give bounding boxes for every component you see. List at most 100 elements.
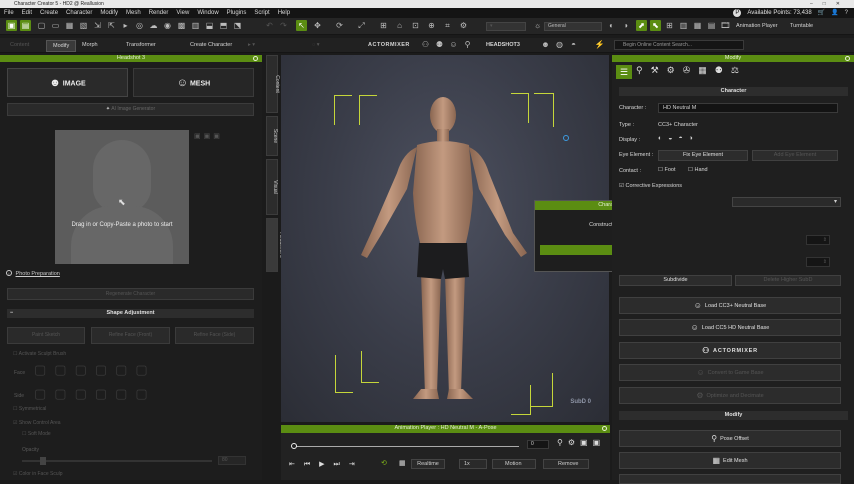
headshot-face-icon[interactable]: ☻ [540,39,551,50]
menu-character[interactable]: Character [62,8,96,18]
load-cc3-base-button[interactable]: ☺ Load CC3+ Neutral Base [619,297,841,314]
online-search-input[interactable]: Begin Online Content Search... [614,40,744,50]
light-gizmo-icon[interactable] [563,135,569,141]
mix-tool-icon[interactable]: ⚉ [434,39,445,50]
headshot-head-icon[interactable]: ◍ [554,39,565,50]
modify-close-icon[interactable] [845,56,850,61]
show-control-area-checkbox[interactable]: ☑ Show Control Area [13,420,61,426]
mesh-tab[interactable]: ☺ MESH [133,68,254,97]
more-button[interactable] [619,474,841,484]
ai-image-generator-button[interactable]: ✦ AI Image Generator [7,103,254,116]
send-icon[interactable]: ▸ [120,20,131,31]
speed-dropdown[interactable]: 1x [459,459,487,469]
add-eye-button[interactable]: Add Eye Element [752,150,838,161]
motion-button[interactable]: Motion [492,459,536,469]
regenerate-button[interactable]: Regenerate Character [7,288,254,300]
remove-button[interactable]: Remove [543,459,589,469]
redo-icon[interactable]: ↷ [278,20,289,31]
content-button[interactable]: Content [10,42,29,48]
undo-icon[interactable]: ↶ [264,20,275,31]
face-sculpt-tools[interactable]: ▢▢▢▢▢▢ [34,362,156,378]
lighting-dropdown[interactable]: General [544,22,602,31]
menu-create[interactable]: Create [36,8,62,18]
save-icon[interactable]: ▧ [78,20,89,31]
quality-dropdown[interactable]: ▾ [486,22,526,31]
new-project-icon[interactable]: ▭ [50,20,61,31]
user-icon[interactable]: 👤 [831,8,838,18]
select-icon[interactable]: ↖ [296,20,307,31]
transport-controls[interactable]: ⇤⏮▶⏭⇥ [289,460,364,469]
shading-icon[interactable]: ◑ [620,20,631,31]
headshot-hair-icon[interactable]: ◓ [568,39,579,50]
transformer-button[interactable]: Transformer [126,42,156,48]
panel-icon[interactable]: ▤ [706,20,717,31]
turntable-button[interactable]: Turntable [790,23,813,29]
corrective-expressions-checkbox[interactable]: ☑ Corrective Expressions [619,183,682,189]
menu-view[interactable]: View [172,8,193,18]
fix-eye-button[interactable]: Fix Eye Element [658,150,748,161]
layout-icon[interactable]: ▥ [678,20,689,31]
refine-front-button[interactable]: Refine Face (Front) [91,327,170,344]
convert-game-base-button[interactable]: ☺ Convert to Game Base [619,364,841,381]
menu-mesh[interactable]: Mesh [122,8,145,18]
home-view-icon[interactable]: ⌂ [394,20,405,31]
character-model[interactable] [341,93,551,403]
menu-script[interactable]: Script [250,8,273,18]
modify-tab-icons[interactable]: ⚲⚒⚙✇▦⚉⚖ [636,65,747,76]
panel-close-icon[interactable] [253,56,258,61]
mix-body-icon[interactable]: ⚲ [462,39,473,50]
ik-tool-icon[interactable]: ⬉ [650,20,661,31]
character-section-header[interactable]: Character [619,87,848,96]
menu-plugins[interactable]: Plugins [223,8,251,18]
grid-icon[interactable]: ⊞ [664,20,675,31]
menu-window[interactable]: Window [193,8,222,18]
visibility-icon[interactable]: ◐ [606,20,617,31]
player-tool-icons[interactable]: ⚲⚙▣▣ [557,438,605,447]
side-tab-headshot[interactable]: Headshot 3 [266,218,284,272]
new-file-icon[interactable]: ▢ [36,20,47,31]
window-controls[interactable]: –□✕ [810,0,850,8]
ic-mode-icon[interactable]: ▤ [20,20,31,31]
cloud-icon[interactable]: ☁ [148,20,159,31]
photo-icon[interactable]: ▩ [176,20,187,31]
hand-checkbox[interactable]: ☐ Hand [688,167,708,173]
color-in-face-checkbox[interactable]: ☑ Color in Face Sculp [13,471,63,477]
delete-subd-button[interactable]: Delete Higher SubD [735,275,841,286]
inspector-button[interactable]: ▸ ▾ [248,42,255,48]
mix-face-icon[interactable]: ☺ [448,39,459,50]
menu-edit[interactable]: Edit [18,8,36,18]
split-icon[interactable]: ▦ [692,20,703,31]
menu-modify[interactable]: Modify [96,8,122,18]
fit-icon[interactable]: ⌗ [442,20,453,31]
opacity-slider-handle[interactable] [40,457,46,465]
attribute-tab-icon[interactable]: ☰ [616,65,632,79]
help-icon[interactable]: ? [845,8,848,18]
animation-player-button[interactable]: Animation Player [736,23,778,29]
photo-drop-area[interactable]: ⬉ Drag in or Copy-Paste a photo to start [55,130,189,264]
export-usd-icon[interactable]: ⬔ [232,20,243,31]
player-close-icon[interactable] [602,426,607,431]
subd-dropdown[interactable]: ▾ [732,197,841,207]
cart-icon[interactable]: 🛒 [818,8,825,18]
loop-icon[interactable]: ⟲ [381,459,387,467]
load-cc5-base-button[interactable]: ☺ Load CC5 HD Neutral Base [619,319,841,336]
scale-icon[interactable]: ⤢ [356,20,367,31]
import-icon[interactable]: ⇲ [92,20,103,31]
subd-level-field-2[interactable]: ⇕ [806,257,830,267]
move-icon[interactable]: ✥ [312,20,323,31]
align-icon[interactable]: ⊞ [378,20,389,31]
optimize-decimate-button[interactable]: ⚙ Optimize and Decimate [619,387,841,404]
image-tab[interactable]: ☻ IMAGE [7,68,128,97]
film-icon[interactable]: 🎞 [720,20,731,31]
available-points[interactable]: Available Points: 73,438 [747,8,811,18]
edit-mesh-button[interactable]: ▦ Edit Mesh [619,452,841,469]
zoom-icon[interactable]: ⊕ [426,20,437,31]
opacity-slider[interactable] [22,457,212,465]
side-tab-content[interactable]: Content [266,55,280,113]
side-tab-visual[interactable]: Visual [266,159,278,215]
paint-sketch-button[interactable]: Paint Sketch [7,327,85,344]
menu-help[interactable]: Help [274,8,294,18]
view-toggle-icons[interactable]: ▣▣▣ [194,132,223,140]
network-icon[interactable]: ⚙ [458,20,469,31]
character-name-field[interactable]: HD Neutral M [658,103,838,113]
